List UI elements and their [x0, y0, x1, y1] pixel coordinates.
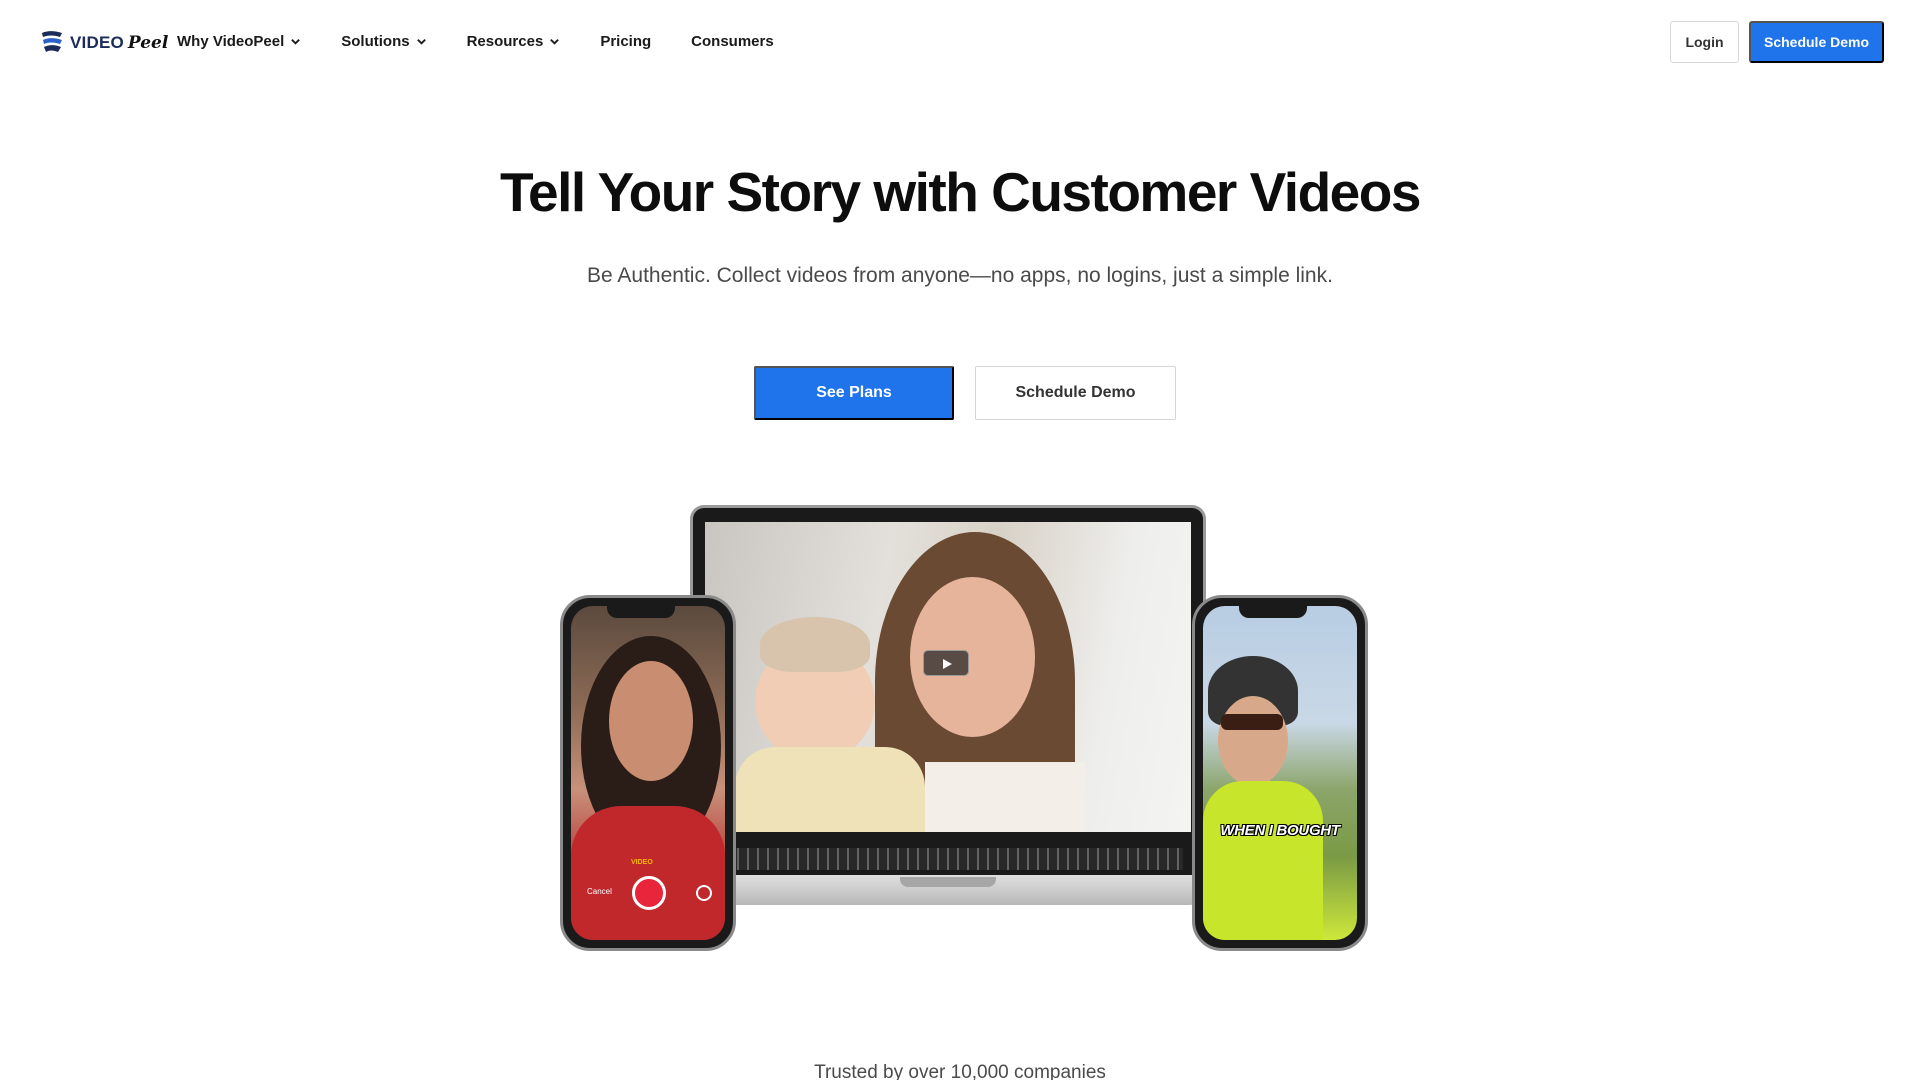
nav-item-pricing[interactable]: Pricing	[600, 33, 651, 50]
login-button[interactable]: Login	[1670, 21, 1739, 63]
nav-item-consumers[interactable]: Consumers	[691, 33, 774, 50]
baby-headband	[760, 617, 870, 672]
nav-item-resources[interactable]: Resources	[467, 33, 561, 50]
baby-clothes	[735, 747, 925, 832]
nav-item-label: Resources	[466, 32, 544, 50]
schedule-demo-hero-button[interactable]: Schedule Demo	[975, 366, 1176, 420]
laptop-keyboard	[719, 848, 1183, 870]
woman-shirt	[925, 762, 1085, 832]
trusted-by-text: Trusted by over 10,000 companies	[814, 1062, 1106, 1080]
top-nav: VIDEO Peel Why VideoPeel Solutions Resou…	[0, 0, 1920, 84]
schedule-demo-nav-button[interactable]: Schedule Demo	[1749, 21, 1884, 63]
logo[interactable]: VIDEO Peel	[40, 28, 168, 58]
logo-script: Peel	[127, 33, 169, 53]
nav-item-label: Why VideoPeel	[177, 32, 285, 50]
see-plans-button[interactable]: See Plans	[754, 366, 954, 420]
videopeel-logo-icon	[42, 31, 62, 52]
video-caption: WHEN I BOUGHT	[1220, 822, 1340, 839]
woman-face	[609, 661, 693, 781]
chevron-down-icon	[550, 38, 560, 45]
nav-links: Why VideoPeel Solutions Resources Pricin…	[177, 30, 814, 52]
sunglasses	[1221, 714, 1283, 730]
laptop-video-screen	[705, 522, 1191, 832]
hero-title: Tell Your Story with Customer Videos	[500, 161, 1421, 223]
laptop-notch	[900, 877, 996, 887]
mode-label: VIDEO	[631, 859, 653, 866]
hero-subtitle: Be Authentic. Collect videos from anyone…	[587, 264, 1333, 287]
play-icon	[943, 659, 952, 669]
laptop-lid	[690, 505, 1206, 879]
phone-notch	[607, 604, 675, 618]
phone-right-screen: WHEN I BOUGHT	[1203, 606, 1357, 940]
phone-left-mockup: VIDEO Cancel	[560, 595, 736, 951]
nav-item-label: Pricing	[600, 32, 652, 50]
nav-item-solutions[interactable]: Solutions	[341, 33, 426, 50]
nav-item-why-videopeel[interactable]: Why VideoPeel	[177, 33, 301, 50]
nav-item-label: Solutions	[341, 32, 410, 50]
logo-text: VIDEO	[70, 33, 124, 52]
chevron-down-icon	[416, 38, 426, 45]
green-jacket	[1203, 781, 1323, 940]
red-shirt	[571, 806, 725, 940]
devices-illustration: VIDEO Cancel WHEN I BOUGHT	[560, 500, 1370, 960]
chevron-down-icon	[291, 38, 301, 45]
cancel-label[interactable]: Cancel	[587, 887, 612, 896]
man-face	[1218, 696, 1288, 786]
phone-right-mockup: WHEN I BOUGHT	[1192, 595, 1368, 951]
laptop-mockup	[678, 505, 1218, 919]
play-button[interactable]	[923, 650, 969, 676]
record-icon[interactable]	[632, 876, 666, 910]
nav-item-label: Consumers	[691, 32, 774, 50]
camera-flip-icon[interactable]	[696, 885, 712, 901]
phone-notch	[1239, 604, 1307, 618]
phone-left-screen: VIDEO Cancel	[571, 606, 725, 940]
